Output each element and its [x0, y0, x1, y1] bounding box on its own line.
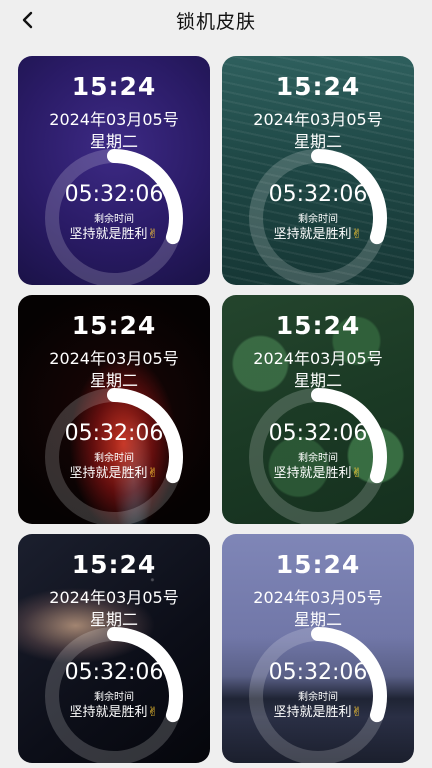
clock-time: 15:24 — [71, 72, 157, 101]
victory-hand-icon: ✌ — [147, 227, 159, 242]
clock-date: 2024年03月05号 — [49, 110, 179, 129]
clock-date: 2024年03月05号 — [49, 588, 179, 607]
motto-text: 坚持就是胜利✌ — [222, 223, 414, 242]
clock-time: 15:24 — [71, 550, 157, 579]
clock-date: 2024年03月05号 — [49, 349, 179, 368]
victory-hand-icon: ✌ — [351, 466, 363, 481]
motto-text: 坚持就是胜利✌ — [18, 701, 210, 720]
motto-label: 坚持就是胜利 — [273, 466, 352, 481]
countdown-timer: 05:32:06 — [64, 660, 164, 685]
header-bar: 锁机皮肤 — [0, 0, 432, 44]
skin-card[interactable]: 15:24 2024年03月05号 星期二 05:32:06 剩余时间 坚持就是… — [222, 534, 414, 763]
clock-time: 15:24 — [275, 72, 361, 101]
victory-hand-icon: ✌ — [351, 227, 363, 242]
skin-card[interactable]: 15:24 2024年03月05号 星期二 05:32:06 剩余时间 坚持就是… — [18, 534, 210, 763]
skin-card[interactable]: 15:24 2024年03月05号 星期二 05:32:06 剩余时间 坚持就是… — [222, 56, 414, 285]
motto-text: 坚持就是胜利✌ — [18, 223, 210, 242]
skin-card[interactable]: 15:24 2024年03月05号 星期二 05:32:06 剩余时间 坚持就是… — [222, 295, 414, 524]
countdown-timer: 05:32:06 — [64, 182, 164, 207]
skin-card[interactable]: 15:24 2024年03月05号 星期二 05:32:06 剩余时间 坚持就是… — [18, 295, 210, 524]
clock-time: 15:24 — [275, 311, 361, 340]
motto-label: 坚持就是胜利 — [69, 466, 148, 481]
countdown-timer: 05:32:06 — [268, 182, 368, 207]
motto-text: 坚持就是胜利✌ — [222, 701, 414, 720]
victory-hand-icon: ✌ — [147, 466, 159, 481]
countdown-timer: 05:32:06 — [64, 421, 164, 446]
clock-date: 2024年03月05号 — [253, 349, 383, 368]
victory-hand-icon: ✌ — [351, 705, 363, 720]
motto-label: 坚持就是胜利 — [69, 227, 148, 242]
skin-grid: 15:24 2024年03月05号 星期二 05:32:06 剩余时间 坚持就是… — [18, 56, 414, 763]
countdown-timer: 05:32:06 — [268, 421, 368, 446]
motto-text: 坚持就是胜利✌ — [18, 462, 210, 481]
motto-label: 坚持就是胜利 — [69, 705, 148, 720]
motto-text: 坚持就是胜利✌ — [222, 462, 414, 481]
clock-date: 2024年03月05号 — [253, 110, 383, 129]
page-title: 锁机皮肤 — [175, 11, 256, 33]
clock-time: 15:24 — [71, 311, 157, 340]
motto-label: 坚持就是胜利 — [273, 705, 352, 720]
motto-label: 坚持就是胜利 — [273, 227, 352, 242]
countdown-timer: 05:32:06 — [268, 660, 368, 685]
clock-date: 2024年03月05号 — [253, 588, 383, 607]
clock-time: 15:24 — [275, 550, 361, 579]
skin-card[interactable]: 15:24 2024年03月05号 星期二 05:32:06 剩余时间 坚持就是… — [18, 56, 210, 285]
victory-hand-icon: ✌ — [147, 705, 159, 720]
